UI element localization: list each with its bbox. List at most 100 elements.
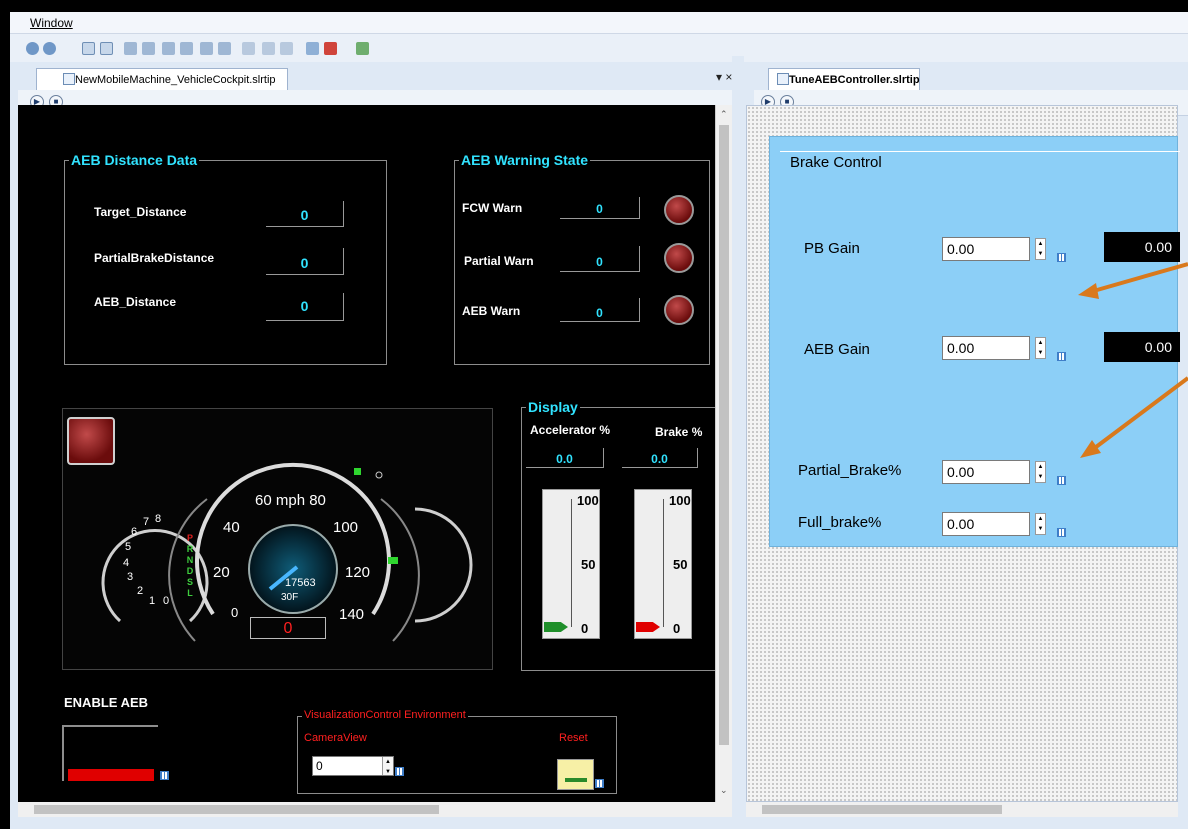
aeb-gain-display: 0.00 — [1104, 332, 1180, 362]
aeb-gain-input[interactable]: 0.00 ▲ ▼ — [942, 336, 1046, 360]
partial-brake-distance-label: PartialBrakeDistance — [94, 251, 215, 265]
pb-gain-value: 0.00 — [947, 241, 975, 257]
tab-controls-left[interactable]: ▾ × — [716, 70, 732, 84]
gear-s: S — [186, 577, 193, 587]
accelerator-label: Accelerator % — [530, 423, 611, 437]
spinner-arrows-icon[interactable]: ▲ ▼ — [1035, 337, 1046, 359]
fcw-warn-lamp — [664, 195, 694, 225]
reset-button-bar — [565, 778, 587, 782]
brake-control-title: Brake Control — [786, 154, 886, 171]
menu-window[interactable]: Window — [30, 16, 73, 30]
indicator-light-icon — [375, 471, 383, 479]
accelerator-value: 0.0 — [526, 448, 604, 468]
accel-mid-label: 50 — [581, 557, 596, 572]
rpm-label-6: 6 — [131, 526, 138, 538]
rpm-label-8: 8 — [155, 513, 162, 525]
speed-label-120: 120 — [345, 564, 371, 581]
gear-p: P — [186, 533, 193, 543]
undo-icon[interactable] — [26, 42, 39, 55]
menu-bar: Window — [10, 12, 1188, 34]
aeb-warn-value: 0 — [560, 298, 640, 322]
spinner-arrows-icon[interactable]: ▲ ▼ — [1035, 238, 1046, 260]
eco-indicator-icon — [388, 557, 398, 564]
align-middle-icon[interactable] — [218, 42, 231, 55]
viz-env-group: VisualizationControl Environment CameraV… — [297, 709, 617, 794]
scroll-up-icon[interactable]: ⌃ — [720, 109, 728, 120]
grid-icon — [1057, 352, 1066, 361]
speed-label-60-80: 60 mph 80 — [255, 492, 326, 509]
fcw-warn-value: 0 — [560, 197, 640, 219]
rpm-label-5: 5 — [125, 541, 132, 553]
grid-icon — [1057, 253, 1066, 262]
brake-min-label: 0 — [673, 621, 681, 636]
reset-button[interactable] — [557, 759, 594, 790]
partial-brake-input[interactable]: 0.00 ▲ ▼ — [942, 460, 1046, 484]
rpm-label-1: 1 — [149, 595, 156, 607]
tab-tune-aeb[interactable]: TuneAEBController.slrtip — [768, 68, 920, 90]
camera-view-label: CameraView — [304, 732, 367, 744]
accel-max-label: 100 — [577, 493, 599, 508]
redo-icon[interactable] — [43, 42, 56, 55]
ungroup-icon[interactable] — [100, 42, 113, 55]
scroll-thumb[interactable] — [719, 125, 729, 745]
gear-r: R — [186, 544, 194, 554]
odometer: 17563 — [285, 577, 316, 589]
enable-aeb-label: ENABLE AEB — [64, 695, 149, 710]
bring-front-icon[interactable] — [306, 42, 319, 55]
full-brake-input[interactable]: 0.00 ▲ ▼ — [942, 512, 1046, 536]
aeb-gain-label: AEB Gain — [804, 341, 870, 358]
target-distance-value: 0 — [266, 201, 344, 227]
align-center-icon[interactable] — [200, 42, 213, 55]
speed-readout: 0 — [250, 617, 326, 639]
scroll-thumb[interactable] — [34, 805, 439, 814]
fuel-gauge-arc — [414, 507, 473, 623]
brake-value: 0.0 — [622, 448, 698, 468]
partial-warn-label: Partial Warn — [464, 254, 534, 268]
align-top-icon[interactable] — [142, 42, 155, 55]
left-vertical-scrollbar[interactable]: ⌃ ⌄ — [715, 105, 732, 802]
size-both-icon[interactable] — [280, 42, 293, 55]
aeb-distance-label: AEB_Distance — [94, 295, 177, 309]
accel-min-label: 0 — [581, 621, 589, 636]
pb-gain-label: PB Gain — [804, 240, 860, 257]
layout-icon[interactable] — [356, 42, 369, 55]
size-width-icon[interactable] — [242, 42, 255, 55]
spinner-arrows-icon[interactable]: ▲ ▼ — [382, 757, 393, 775]
brake-control-frame — [780, 151, 1180, 152]
spinner-arrows-icon[interactable]: ▲ ▼ — [1035, 461, 1046, 483]
brake-mid-label: 50 — [673, 557, 688, 572]
rpm-label-2: 2 — [137, 585, 144, 597]
align-bottom-icon[interactable] — [180, 42, 193, 55]
scroll-thumb[interactable] — [762, 805, 1002, 814]
tab-vehicle-cockpit[interactable]: NewMobileMachine_VehicleCockpit.slrtip — [36, 68, 288, 90]
rpm-label-7: 7 — [143, 516, 150, 528]
scroll-down-icon[interactable]: ⌄ — [720, 785, 728, 796]
align-left-icon[interactable] — [124, 42, 137, 55]
full-brake-label: Full_brake% — [798, 514, 882, 531]
gear-indicator: P R N D S L — [185, 533, 195, 599]
pane-splitter[interactable] — [732, 56, 744, 817]
spinner-arrows-icon[interactable]: ▲ ▼ — [1035, 513, 1046, 535]
rpm-label-0: 0 — [163, 595, 170, 607]
pb-gain-input[interactable]: 0.00 ▲ ▼ — [942, 237, 1046, 261]
align-right-icon[interactable] — [162, 42, 175, 55]
left-horizontal-scrollbar[interactable] — [18, 802, 732, 817]
gear-d: D — [186, 566, 194, 576]
enable-aeb-toggle[interactable] — [62, 725, 158, 781]
group-icon[interactable] — [82, 42, 95, 55]
partial-warn-lamp — [664, 243, 694, 273]
full-brake-value: 0.00 — [947, 516, 975, 532]
instrument-cluster: 20 40 60 mph 80 100 120 140 17563 30F 0 … — [62, 408, 493, 670]
size-height-icon[interactable] — [262, 42, 275, 55]
send-back-icon[interactable] — [324, 42, 337, 55]
partial-brake-distance-value: 0 — [266, 248, 344, 275]
right-horizontal-scrollbar[interactable] — [746, 802, 1178, 817]
camera-view-spinner[interactable]: 0 ▲ ▼ — [312, 756, 394, 776]
aeb-distance-value: 0 — [266, 293, 344, 321]
document-icon — [63, 73, 75, 85]
toolbar — [10, 34, 1188, 62]
partial-warn-value: 0 — [560, 246, 640, 272]
aeb-warning-title: AEB Warning State — [459, 152, 591, 168]
gear-l: L — [187, 588, 193, 598]
cluster-bezel — [380, 498, 420, 642]
